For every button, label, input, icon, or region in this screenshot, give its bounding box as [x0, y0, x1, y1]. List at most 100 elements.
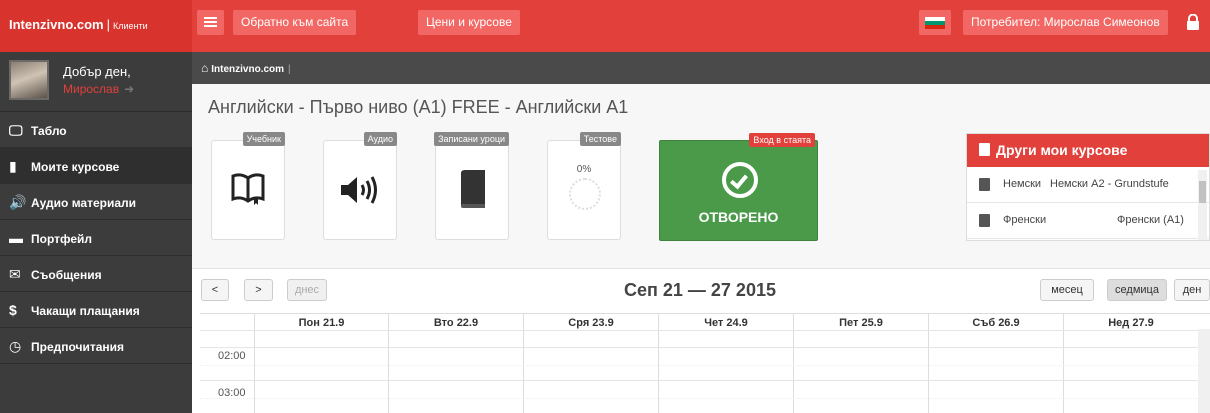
scrollbar[interactable] [1198, 329, 1210, 413]
sidebar-item-preferences[interactable]: ◷ Предпочитания [0, 328, 192, 364]
grid-line [200, 330, 1210, 331]
calendar-range-title: Сеп 21 — 27 2015 [624, 280, 776, 300]
day-header: Нед 27.9 [1108, 317, 1154, 329]
tile-label: Записани уроци [434, 132, 509, 146]
day-header: Пет 25.9 [839, 317, 883, 329]
greeting: Добър ден, [63, 64, 131, 79]
brand-name: Intenzivno.com [9, 17, 104, 32]
user-box: Добър ден, Мирослав ➜ [0, 52, 192, 112]
time-label: 03:00 [218, 387, 246, 399]
lock-icon[interactable] [1186, 14, 1200, 30]
day-header: Сря 23.9 [568, 317, 614, 329]
calendar-grid: Пон 21.9 Вто 22.9 Сря 23.9 Чет 24.9 Пет … [200, 313, 1210, 413]
logout-arrow-icon[interactable]: ➜ [124, 82, 134, 96]
day-header: Вто 22.9 [433, 317, 479, 329]
course-name: Немски A2 - Grundstufe [1050, 178, 1169, 190]
day-header: Съб 26.9 [972, 317, 1020, 329]
course-language: Френски [1003, 214, 1047, 226]
brand-subtitle: Клиенти [113, 21, 148, 31]
sidebar-item-dashboard[interactable]: 🖵 Табло [0, 112, 192, 148]
book-icon: ▮ [9, 158, 17, 174]
sidebar-item-label: Предпочитания [31, 340, 125, 354]
time-label: 02:00 [218, 350, 246, 362]
day-header: Чет 24.9 [704, 317, 748, 329]
progress-dial-icon [569, 178, 601, 210]
sidebar-item-pending-payments[interactable]: $ Чакащи плащания [0, 292, 192, 328]
sidebar-item-label: Табло [31, 124, 67, 138]
tile-label: Аудио [363, 132, 397, 146]
tile-label: Тестове [579, 132, 621, 146]
sidebar-item-label: Аудио материали [31, 196, 137, 210]
audio-tile[interactable]: Аудио [323, 132, 397, 240]
tile-label: Учебник [242, 132, 285, 146]
sidebar-item-audio[interactable]: 🔊 Аудио материали [0, 184, 192, 220]
grid-line [200, 365, 1210, 366]
breadcrumb: ⌂ Intenzivno.com | [192, 52, 1210, 84]
breadcrumb-home-link[interactable]: Intenzivno.com [211, 64, 284, 75]
sidebar: Добър ден, Мирослав ➜ 🖵 Табло ▮ Моите курсо… [0, 52, 192, 413]
enter-room-tile[interactable]: Вход в стаята ОТВОРЕНО [659, 133, 818, 241]
other-courses-title: Други мои курсове [996, 142, 1128, 158]
course-name: Френски (A1) [1117, 214, 1184, 226]
view-month-button[interactable]: месец [1040, 279, 1094, 301]
view-week-button[interactable]: седмица [1107, 279, 1167, 301]
open-book-icon [231, 173, 265, 205]
menu-toggle-button[interactable] [197, 10, 224, 35]
sidebar-item-my-courses[interactable]: ▮ Моите курсове [0, 148, 192, 184]
sidebar-item-label: Съобщения [31, 268, 102, 282]
course-language: Немски [1003, 178, 1042, 190]
other-courses-panel: Други мои курсове Немски Немски A2 - Gru… [966, 133, 1210, 241]
grid-line [200, 380, 1210, 381]
enter-room-label: Вход в стаята [749, 133, 815, 147]
day-header: Пон 21.9 [298, 317, 345, 329]
list-item[interactable]: Немски Немски A2 - Grundstufe [967, 167, 1209, 203]
room-status: ОТВОРЕНО [698, 209, 779, 225]
other-courses-header: Други мои курсове [967, 134, 1209, 167]
tests-tile[interactable]: Тестове 0% [547, 132, 621, 240]
grid-line [200, 347, 1210, 348]
book-icon [979, 178, 990, 191]
briefcase-icon: ▬ [9, 230, 23, 246]
sidebar-item-label: Портфейл [31, 232, 93, 246]
speaker-icon [341, 176, 377, 204]
language-flag-button[interactable] [919, 10, 951, 35]
envelope-icon: ✉ [9, 266, 21, 282]
user-name-link[interactable]: Мирослав ➜ [63, 82, 134, 96]
user-button[interactable]: Потребител: Мирослав Симеонов [963, 10, 1168, 35]
book-icon [461, 170, 485, 208]
hamburger-icon [204, 17, 217, 29]
scrollbar-thumb[interactable] [1199, 181, 1206, 203]
list-item[interactable]: Френски Френски (A1) [967, 203, 1209, 239]
volume-icon: 🔊 [9, 194, 27, 210]
brand-separator: | [106, 17, 111, 32]
grid-line [200, 398, 1210, 399]
sidebar-item-label: Чакащи плащания [31, 304, 140, 318]
brand[interactable]: Intenzivno.com | Клиенти [0, 0, 192, 52]
sidebar-item-messages[interactable]: ✉ Съобщения [0, 256, 192, 292]
calendar-next-button[interactable]: > [244, 279, 273, 301]
prices-courses-button[interactable]: Цени и курсове [418, 10, 520, 35]
book-icon [979, 143, 990, 156]
scrollbar[interactable] [1198, 170, 1207, 240]
sidebar-item-label: Моите курсове [31, 160, 120, 174]
calendar-prev-button[interactable]: < [201, 279, 229, 301]
book-icon [979, 214, 990, 227]
tests-progress-value: 0% [576, 164, 592, 175]
user-name: Мирослав [63, 82, 120, 96]
calendar-today-button[interactable]: днес [287, 279, 327, 301]
monitor-icon: 🖵 [9, 122, 23, 138]
top-bar: Intenzivno.com | Клиенти Обратно към сайта… [0, 0, 1210, 52]
sidebar-item-portfolio[interactable]: ▬ Портфейл [0, 220, 192, 256]
dollar-icon: $ [9, 302, 17, 318]
view-day-button[interactable]: ден [1174, 279, 1210, 301]
breadcrumb-separator: | [288, 64, 291, 75]
flag-stripe-red [925, 25, 945, 29]
page-title: Английски - Първо ниво (A1) FREE - Англи… [208, 97, 629, 117]
check-circle-icon [722, 162, 758, 198]
recorded-lessons-tile[interactable]: Записани уроци [434, 132, 509, 240]
clock-icon: ◷ [9, 338, 22, 354]
avatar[interactable] [9, 60, 49, 100]
textbook-tile[interactable]: Учебник [211, 132, 285, 240]
home-icon[interactable]: ⌂ [201, 61, 208, 75]
back-to-site-button[interactable]: Обратно към сайта [233, 10, 357, 35]
